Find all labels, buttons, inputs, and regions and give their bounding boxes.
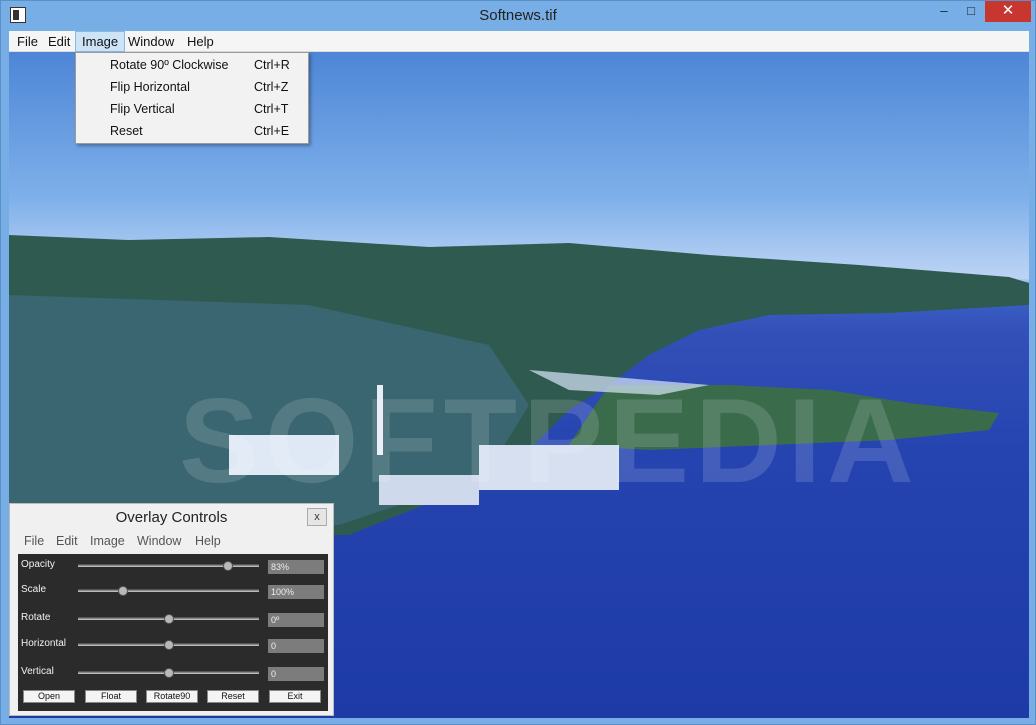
menuitem-label: Flip Vertical bbox=[110, 102, 175, 116]
scale-value-field[interactable]: 100% bbox=[268, 585, 324, 599]
menuitem-shortcut: Ctrl+E bbox=[254, 124, 290, 138]
menuitem-rotate-90[interactable]: Rotate 90º Clockwise Ctrl+R bbox=[76, 54, 308, 76]
overlay-title: Overlay Controls bbox=[115, 509, 228, 526]
overlay-menu-image[interactable]: Image bbox=[90, 534, 125, 548]
overlay-controls-panel: Overlay Controls x File Edit Image Windo… bbox=[9, 503, 334, 716]
overlay-menu-file[interactable]: File bbox=[24, 534, 44, 548]
menu-help[interactable]: Help bbox=[181, 31, 220, 52]
main-window: Softnews.tif – □ ✕ File Edit Image Windo… bbox=[0, 0, 1036, 725]
menuitem-shortcut: Ctrl+Z bbox=[254, 80, 289, 94]
float-button[interactable]: Float bbox=[85, 690, 137, 703]
scale-label: Scale bbox=[21, 584, 47, 595]
softpedia-watermark: SOFTPEDIA bbox=[179, 374, 920, 508]
exit-button[interactable]: Exit bbox=[269, 690, 321, 703]
horizontal-value-field[interactable]: 0 bbox=[268, 639, 324, 653]
menu-image[interactable]: Image bbox=[75, 31, 126, 52]
menuitem-label: Reset bbox=[110, 124, 143, 138]
maximize-button[interactable]: □ bbox=[957, 1, 985, 22]
menuitem-flip-vertical[interactable]: Flip Vertical Ctrl+T bbox=[76, 98, 308, 120]
reset-button[interactable]: Reset bbox=[207, 690, 259, 703]
rotate-label: Rotate bbox=[21, 612, 51, 623]
rotate-slider-thumb[interactable] bbox=[163, 614, 174, 624]
vertical-slider-thumb[interactable] bbox=[163, 668, 174, 678]
menuitem-shortcut: Ctrl+T bbox=[254, 102, 289, 116]
vertical-label: Vertical bbox=[21, 666, 54, 677]
menu-window[interactable]: Window bbox=[122, 31, 180, 52]
menuitem-label: Flip Horizontal bbox=[110, 80, 190, 94]
menuitem-flip-horizontal[interactable]: Flip Horizontal Ctrl+Z bbox=[76, 76, 308, 98]
rotate90-button[interactable]: Rotate90 bbox=[146, 690, 198, 703]
title-bar[interactable]: Softnews.tif – □ ✕ bbox=[1, 1, 1035, 31]
rotate-value-field[interactable]: 0º bbox=[268, 613, 324, 627]
minimize-button[interactable]: – bbox=[931, 1, 957, 22]
scale-slider-thumb[interactable] bbox=[118, 586, 129, 596]
opacity-slider-thumb[interactable] bbox=[223, 561, 234, 571]
vertical-value-field[interactable]: 0 bbox=[268, 667, 324, 681]
menu-bar: File Edit Image Window Help bbox=[9, 31, 1029, 52]
menuitem-label: Rotate 90º Clockwise bbox=[110, 58, 229, 72]
overlay-close-button[interactable]: x bbox=[307, 508, 327, 526]
overlay-menu-edit[interactable]: Edit bbox=[56, 534, 78, 548]
menu-file[interactable]: File bbox=[11, 31, 44, 52]
overlay-controls-body: Opacity 83% Scale 100% Rotate 0º Horizon… bbox=[18, 554, 328, 711]
scale-slider[interactable] bbox=[78, 589, 259, 592]
opacity-value-field[interactable]: 83% bbox=[268, 560, 324, 574]
menuitem-shortcut: Ctrl+R bbox=[254, 58, 290, 72]
horizontal-slider-thumb[interactable] bbox=[163, 640, 174, 650]
overlay-menu-help[interactable]: Help bbox=[195, 534, 221, 548]
menu-edit[interactable]: Edit bbox=[42, 31, 76, 52]
menuitem-reset[interactable]: Reset Ctrl+E bbox=[76, 120, 308, 142]
image-menu-dropdown: Rotate 90º Clockwise Ctrl+R Flip Horizon… bbox=[75, 52, 309, 144]
horizontal-label: Horizontal bbox=[21, 638, 67, 649]
window-title: Softnews.tif bbox=[479, 7, 557, 24]
opacity-label: Opacity bbox=[21, 559, 55, 570]
overlay-menu-bar: File Edit Image Window Help bbox=[18, 532, 328, 552]
close-button[interactable]: ✕ bbox=[985, 1, 1031, 22]
overlay-menu-window[interactable]: Window bbox=[137, 534, 181, 548]
open-button[interactable]: Open bbox=[23, 690, 75, 703]
